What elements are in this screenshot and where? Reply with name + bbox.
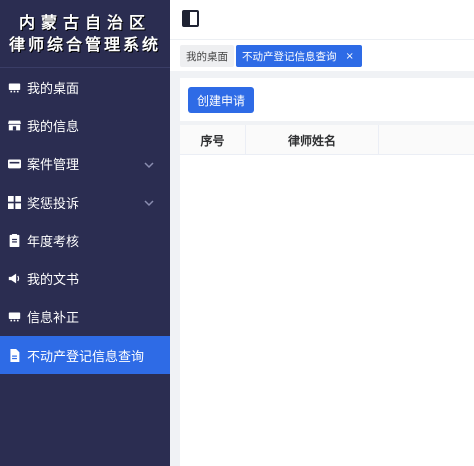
sidebar-item-label: 我的文书 (27, 273, 80, 289)
chevron-down-icon (144, 197, 154, 207)
sidebar-item-label: 年度考核 (27, 234, 80, 250)
close-icon[interactable]: × (346, 51, 354, 62)
sidebar-item-my-desktop[interactable]: 我的桌面 (0, 68, 170, 106)
sidebar-item-info-correction[interactable]: 信息补正 (0, 298, 170, 336)
brand-title-line1: 内蒙古自治区 (18, 12, 151, 32)
sidebar-item-my-info[interactable]: 我的信息 (0, 106, 170, 144)
create-application-button[interactable]: 创建申请 (188, 87, 254, 113)
sidebar-item-label: 我的桌面 (27, 81, 80, 97)
sidebar-item-my-documents[interactable]: 我的文书 (0, 259, 170, 297)
tab-my-desktop[interactable]: 我的桌面 (180, 45, 234, 67)
sidebar-item-rewards-complaints[interactable]: 奖惩投诉 (0, 183, 170, 221)
sidebar-item-label: 信息补正 (27, 311, 80, 327)
chevron-down-icon (144, 159, 154, 169)
sidebar: 内蒙古自治区 律师综合管理系统 我的桌面 我的信息 案件管理 奖惩投诉 年度考核… (0, 0, 170, 466)
sidebar-item-label: 不动产登记信息查询 (27, 349, 145, 365)
column-header-next[interactable] (379, 125, 474, 155)
sidebar-item-label: 奖惩投诉 (27, 196, 80, 212)
megaphone-icon (7, 272, 21, 286)
document-icon (7, 348, 21, 362)
main-panel: 创建申请 序号 律师姓名 (180, 78, 474, 466)
sidebar-item-label: 我的信息 (27, 119, 80, 135)
desktop-icon (7, 310, 21, 324)
brand-title-line2: 律师综合管理系统 (8, 34, 161, 54)
sidebar-item-annual-assessment[interactable]: 年度考核 (0, 221, 170, 259)
case-icon (7, 157, 21, 171)
sidebar-item-real-estate-query[interactable]: 不动产登记信息查询 (0, 336, 170, 375)
top-bar (170, 0, 474, 40)
sidebar-item-case-management[interactable]: 案件管理 (0, 145, 170, 183)
column-header-lawyer-name[interactable]: 律师姓名 (246, 125, 379, 155)
tab-real-estate-query[interactable]: 不动产登记信息查询 × (236, 45, 362, 67)
table-header: 序号 律师姓名 (180, 125, 474, 155)
tab-label: 我的桌面 (186, 50, 228, 63)
desktop-icon (7, 80, 21, 94)
sidebar-toggle-icon[interactable] (182, 10, 199, 27)
brand-logo: 内蒙古自治区 律师综合管理系统 (0, 0, 170, 68)
tab-bar: 我的桌面 不动产登记信息查询 × (170, 41, 474, 71)
store-icon (7, 118, 21, 132)
column-header-index[interactable]: 序号 (180, 125, 246, 155)
sidebar-item-label: 案件管理 (27, 158, 80, 174)
sidebar-menu: 我的桌面 我的信息 案件管理 奖惩投诉 年度考核 我的文书 信息补正 不动产登记… (0, 68, 170, 375)
clipboard-icon (7, 233, 21, 247)
grid-icon (7, 195, 21, 209)
tab-label: 不动产登记信息查询 (242, 50, 337, 63)
